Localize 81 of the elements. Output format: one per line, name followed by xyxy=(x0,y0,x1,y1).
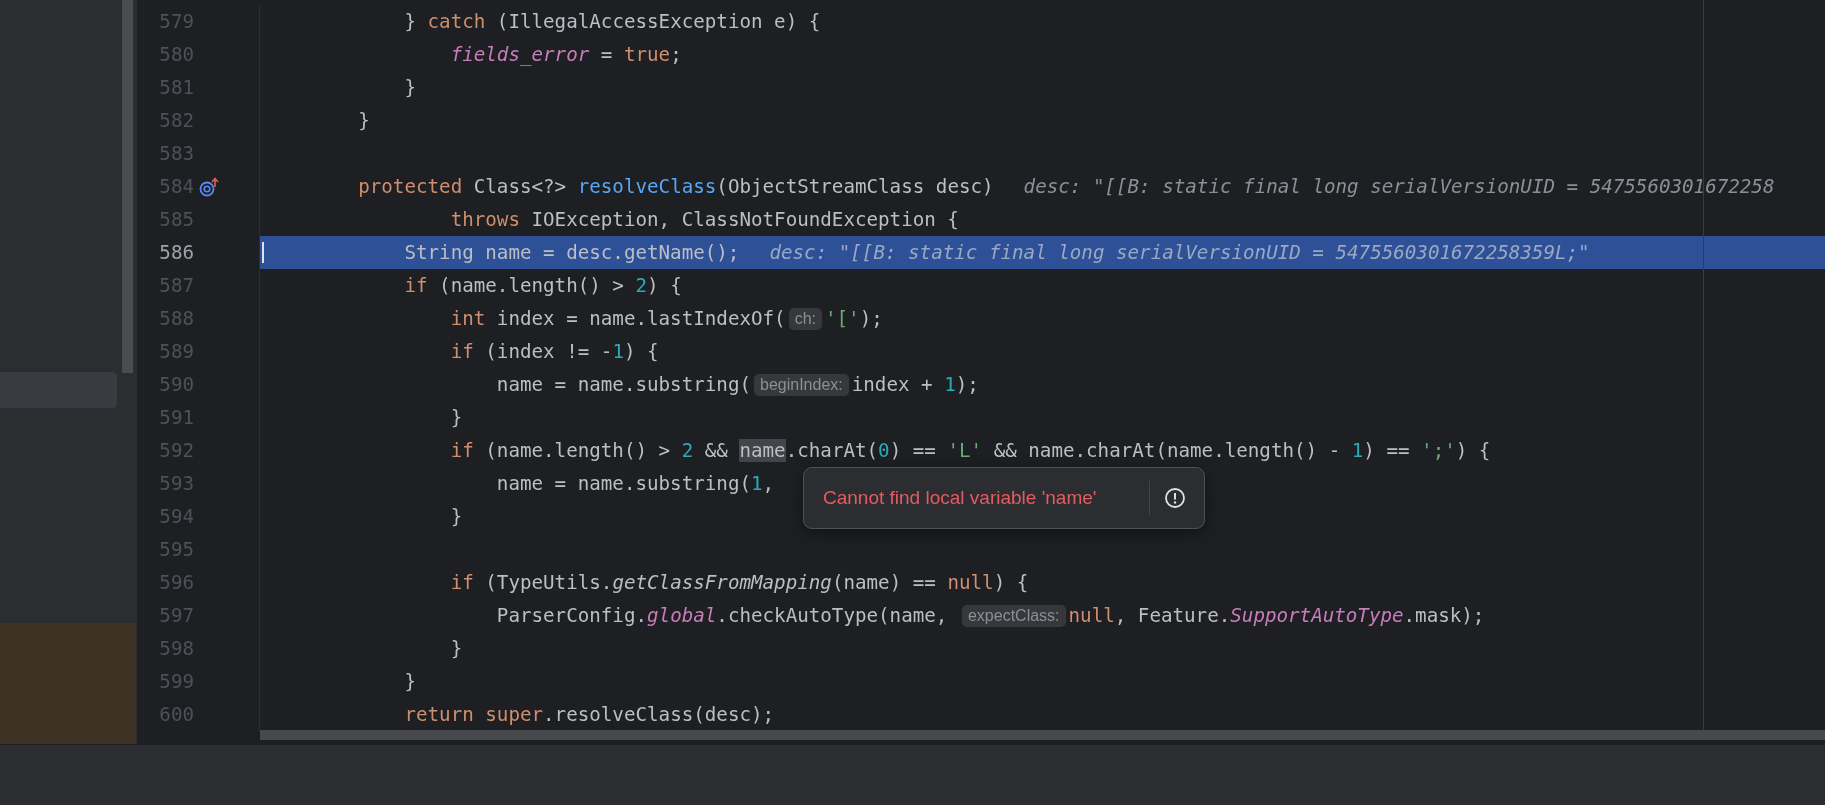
number-literal: 2 xyxy=(635,274,648,297)
keyword: if xyxy=(450,439,474,462)
code-text: ) { xyxy=(623,340,659,363)
code-text: = xyxy=(600,43,614,66)
debug-value: desc: "[[B: static final long serialVersionUID = 5475560301672258 xyxy=(1023,175,1775,198)
code-text: ; xyxy=(670,43,682,66)
code-text: } xyxy=(358,109,370,132)
code-text: } xyxy=(450,505,463,528)
number-literal: 1 xyxy=(1351,439,1364,462)
string-literal: 'L' xyxy=(947,439,983,462)
text-caret xyxy=(262,242,264,263)
keyword: catch xyxy=(427,10,486,33)
field-name: fields_error xyxy=(450,43,590,66)
code-text: } xyxy=(404,76,416,99)
code-text: } xyxy=(404,10,417,33)
keyword: throws xyxy=(450,208,520,231)
code-text: Class<?> xyxy=(473,175,568,198)
error-message: Cannot find local variable 'name' xyxy=(823,487,1097,509)
code-text: .charAt( xyxy=(785,439,879,462)
code-text: name = name.substring( xyxy=(496,373,751,396)
code-text: .mask); xyxy=(1403,604,1485,627)
number-literal: 2 xyxy=(681,439,694,462)
keyword: if xyxy=(404,274,428,297)
keyword: true xyxy=(623,43,671,66)
code-text: (IllegalAccessException e) { xyxy=(496,10,821,33)
code-text: (index != - xyxy=(485,340,613,363)
keyword: null xyxy=(947,571,994,594)
number-literal: 0 xyxy=(878,439,890,462)
code-text: ) == xyxy=(889,439,937,462)
code-text: ) { xyxy=(1455,439,1491,462)
code-text: name = name.substring( xyxy=(496,472,751,495)
code-text: } xyxy=(404,670,416,693)
code-text: index + xyxy=(851,373,934,396)
parameter-hint: ch: xyxy=(788,307,822,330)
string-literal: ';' xyxy=(1421,439,1456,462)
keyword: if xyxy=(450,571,474,594)
method-call: getClassFromMapping xyxy=(612,571,832,594)
horizontal-scrollbar[interactable] xyxy=(260,730,1825,740)
field-name: global xyxy=(647,604,717,627)
code-text: && name.charAt(name.length() - xyxy=(993,439,1342,462)
keyword: super xyxy=(485,703,544,726)
code-text: , xyxy=(762,472,775,495)
code-text: index = name.lastIndexOf( xyxy=(496,307,786,330)
code-text: , Feature. xyxy=(1114,604,1231,627)
line-number: 586 xyxy=(158,241,194,264)
code-text: && xyxy=(704,439,729,462)
debug-value: desc: "[[B: static final long serialVersionUID = 5475560301672258359L;" xyxy=(769,241,1590,264)
method-name: resolveClass xyxy=(577,175,717,198)
keyword: int xyxy=(450,307,486,330)
keyword: protected xyxy=(358,175,463,198)
string-literal: '[' xyxy=(825,307,860,330)
parameter-hint: expectClass: xyxy=(961,604,1066,627)
code-text: ); xyxy=(955,373,979,396)
number-literal: 1 xyxy=(751,472,763,495)
code-text: ParserConfig. xyxy=(496,604,648,627)
code-text: (name) == xyxy=(831,571,937,594)
code-text: (ObjectStreamClass desc) xyxy=(716,175,994,198)
variable-reference: name xyxy=(739,439,786,462)
code-text: (name.length() > xyxy=(485,439,672,462)
keyword: if xyxy=(450,340,474,363)
code-text: .resolveClass(desc); xyxy=(543,703,775,726)
exclamation-icon[interactable] xyxy=(1164,487,1186,509)
code-text: (TypeUtils. xyxy=(485,571,613,594)
scrollbar-thumb[interactable] xyxy=(122,0,133,373)
code-text: ) == xyxy=(1363,439,1411,462)
parameter-hint: beginIndex: xyxy=(754,373,849,396)
code-text: .checkAutoType(name, xyxy=(716,604,949,627)
code-text: ) { xyxy=(993,571,1029,594)
field-name: SupportAutoType xyxy=(1230,604,1404,627)
code-text: IOException, ClassNotFoundException { xyxy=(531,208,959,231)
code-text: ) { xyxy=(647,274,682,297)
override-marker-icon[interactable] xyxy=(198,176,220,197)
keyword: null xyxy=(1068,604,1115,627)
number-literal: 1 xyxy=(944,373,956,396)
code-text: (name.length() > xyxy=(439,274,625,297)
keyword: return xyxy=(404,703,474,726)
code-text: } xyxy=(450,637,463,660)
code-text: } xyxy=(450,406,463,429)
number-literal: 1 xyxy=(612,340,624,363)
code-text: String name = desc.getName(); xyxy=(404,241,740,264)
code-text: ); xyxy=(859,307,883,330)
